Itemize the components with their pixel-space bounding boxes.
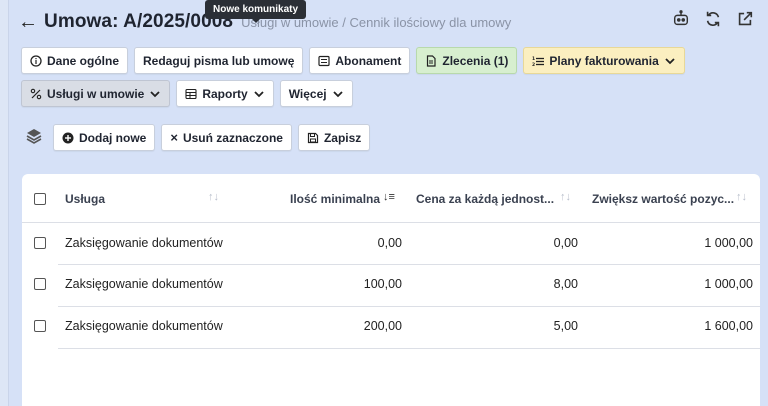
cell-min-qty: 100,00	[363, 277, 402, 291]
cell-increase: 1 000,00	[704, 277, 753, 291]
column-header-zwieksz[interactable]: Zwiększ wartość pozyc...	[592, 192, 734, 206]
cell-min-qty: 200,00	[363, 319, 402, 333]
cell-min-qty: 0,00	[377, 236, 402, 250]
sort-icon[interactable]: ↑↓	[560, 191, 571, 203]
data-table: Usługa ↑↓ Ilość minimalna ↓≡ Cena za każ…	[22, 174, 760, 406]
grid-toolbar: Dodaj nowe × Usuń zaznaczone Zapisz	[53, 124, 371, 151]
ordered-list-icon: 12	[532, 56, 545, 67]
raporty-button[interactable]: Raporty	[176, 80, 274, 107]
sort-descending-icon[interactable]: ↓≡	[383, 191, 395, 203]
uslugi-w-umowie-label: Usługi w umowie	[47, 86, 145, 101]
chevron-down-icon	[254, 90, 264, 97]
tooltip: Nowe komunikaty	[205, 0, 307, 23]
dane-ogolne-button[interactable]: Dane ogólne	[21, 47, 129, 74]
header-divider	[22, 222, 760, 223]
tabs-row-1: Dane ogólne Redaguj pisma lub umowę Abon…	[21, 47, 685, 74]
cell-increase: 1 600,00	[704, 319, 753, 333]
redaguj-button[interactable]: Redaguj pisma lub umowę	[134, 47, 304, 74]
plany-fakturowania-label: Plany fakturowania	[549, 53, 659, 68]
cell-unit-price: 0,00	[553, 236, 578, 250]
sort-icon[interactable]: ↑↓	[208, 191, 219, 203]
add-new-label: Dodaj nowe	[79, 130, 147, 145]
header-icons	[672, 10, 754, 28]
robot-icon[interactable]	[672, 10, 690, 28]
cell-service: Zaksięgowanie dokumentów	[65, 319, 223, 333]
page-header: ← Umowa: A/2025/0008 Usługi w umowie / C…	[18, 8, 758, 36]
document-icon	[427, 54, 436, 67]
wiecej-label: Więcej	[288, 86, 327, 101]
uslugi-w-umowie-button[interactable]: Usługi w umowie	[21, 80, 171, 107]
cell-unit-price: 8,00	[553, 277, 578, 291]
zlecenia-button[interactable]: Zlecenia (1)	[416, 47, 518, 74]
row-divider	[58, 264, 760, 265]
layers-icon	[26, 129, 42, 144]
column-header-usluga[interactable]: Usługa	[65, 192, 105, 206]
cell-service: Zaksięgowanie dokumentów	[65, 236, 223, 250]
info-icon	[30, 54, 42, 67]
refresh-icon[interactable]	[704, 10, 722, 28]
abonament-label: Abonament	[335, 53, 402, 68]
cell-service: Zaksięgowanie dokumentów	[65, 277, 223, 291]
svg-text:1: 1	[532, 56, 535, 62]
row-checkbox[interactable]	[34, 320, 46, 332]
percent-icon	[30, 88, 42, 99]
plany-fakturowania-button[interactable]: 12 Plany fakturowania	[523, 47, 685, 74]
redaguj-label: Redaguj pisma lub umowę	[143, 53, 295, 68]
save-button[interactable]: Zapisz	[297, 124, 371, 151]
save-label: Zapisz	[323, 130, 362, 145]
row-checkbox[interactable]	[34, 237, 46, 249]
plus-circle-icon	[62, 132, 74, 143]
delete-selected-label: Usuń zaznaczone	[182, 130, 283, 145]
svg-text:2: 2	[532, 62, 535, 67]
zlecenia-label: Zlecenia (1)	[442, 53, 509, 68]
delete-selected-button[interactable]: × Usuń zaznaczone	[161, 124, 292, 151]
save-icon	[307, 132, 319, 143]
cell-increase: 1 000,00	[704, 236, 753, 250]
list-icon	[318, 55, 330, 66]
row-divider	[58, 348, 760, 349]
external-link-icon[interactable]	[736, 10, 754, 28]
row-checkbox[interactable]	[34, 278, 46, 290]
back-arrow-icon[interactable]: ←	[18, 11, 44, 34]
close-icon: ×	[170, 130, 178, 145]
wiecej-button[interactable]: Więcej	[279, 80, 353, 107]
chevron-down-icon	[332, 90, 343, 97]
add-new-button[interactable]: Dodaj nowe	[53, 124, 156, 151]
cell-unit-price: 5,00	[553, 319, 578, 333]
column-header-cena[interactable]: Cena za każdą jednost...	[416, 192, 554, 206]
sort-icon[interactable]: ↑↓	[736, 191, 747, 203]
tabs-row-2: Usługi w umowie Raporty Więcej	[21, 80, 353, 107]
select-all-checkbox[interactable]	[34, 193, 46, 205]
abonament-button[interactable]: Abonament	[309, 47, 411, 74]
row-divider	[58, 306, 760, 307]
dane-ogolne-label: Dane ogólne	[47, 53, 120, 68]
chevron-down-icon	[665, 57, 675, 64]
column-header-ilosc[interactable]: Ilość minimalna	[290, 192, 380, 206]
chevron-down-icon	[150, 90, 160, 97]
raporty-label: Raporty	[202, 86, 248, 101]
table-icon	[185, 88, 197, 99]
